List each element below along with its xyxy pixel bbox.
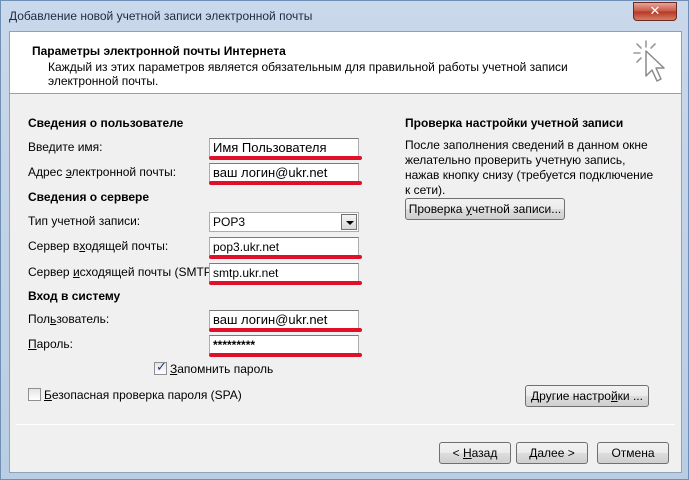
account-type-select[interactable]: POP3 xyxy=(209,212,359,232)
highlight-underline xyxy=(209,328,362,332)
highlight-underline xyxy=(209,255,362,259)
chevron-down-icon xyxy=(346,221,354,225)
username-input[interactable]: ваш логин@ukr.net xyxy=(209,310,359,330)
email-input[interactable]: ваш логин@ukr.net xyxy=(209,163,359,183)
dialog-window: Добавление новой учетной записи электрон… xyxy=(0,0,689,480)
password-label: Пароль: xyxy=(28,337,73,351)
logon-heading: Вход в систему xyxy=(28,289,121,303)
username-label: Пользователь: xyxy=(28,312,110,326)
cancel-button[interactable]: Отмена xyxy=(597,442,669,464)
server-info-heading: Сведения о сервере xyxy=(28,190,150,204)
next-button[interactable]: Далее > xyxy=(516,442,588,464)
highlight-underline xyxy=(209,281,362,285)
checkmark-icon: ✓ xyxy=(156,360,167,375)
window-title: Добавление новой учетной записи электрон… xyxy=(9,9,313,23)
spa-label[interactable]: Безопасная проверка пароля (SPA) xyxy=(44,388,242,402)
more-settings-button[interactable]: Другие настройки ... xyxy=(525,385,649,407)
close-icon: ✕ xyxy=(649,4,661,19)
test-settings-heading: Проверка настройки учетной записи xyxy=(405,116,624,130)
incoming-server-input[interactable]: pop3.ukr.net xyxy=(209,237,359,257)
highlight-underline xyxy=(209,353,362,357)
wizard-header: Параметры электронной почты Интернета Ка… xyxy=(10,32,681,94)
dialog-client: Параметры электронной почты Интернета Ка… xyxy=(9,31,682,473)
highlight-underline xyxy=(209,156,362,160)
header-title: Параметры электронной почты Интернета xyxy=(32,44,286,58)
back-button[interactable]: < Назад xyxy=(439,442,511,464)
outgoing-server-label: Сервер исходящей почты (SMTP): xyxy=(28,265,220,279)
password-input[interactable]: ********* xyxy=(209,335,359,355)
account-type-value: POP3 xyxy=(213,215,246,229)
close-button[interactable]: ✕ xyxy=(633,2,677,21)
incoming-server-label: Сервер входящей почты: xyxy=(28,239,169,253)
highlight-underline xyxy=(209,181,362,185)
remember-password-label[interactable]: Запомнить пароль xyxy=(170,362,273,376)
account-type-label: Тип учетной записи: xyxy=(28,214,141,228)
account-type-dropdown-button[interactable] xyxy=(341,214,357,230)
name-input[interactable]: Имя Пользователя xyxy=(209,138,359,158)
spa-checkbox[interactable] xyxy=(28,388,41,401)
name-label: Введите имя: xyxy=(28,140,103,154)
email-label: Адрес электронной почты: xyxy=(28,165,177,179)
test-account-button[interactable]: Проверка учетной записи... xyxy=(405,198,565,220)
header-description: Каждый из этих параметров является обяза… xyxy=(48,60,568,88)
cursor-click-icon xyxy=(633,40,665,82)
footer-separator xyxy=(16,424,675,425)
title-bar[interactable]: Добавление новой учетной записи электрон… xyxy=(1,1,688,31)
remember-password-checkbox[interactable]: ✓ xyxy=(154,360,167,375)
user-info-heading: Сведения о пользователе xyxy=(28,116,184,130)
outgoing-server-input[interactable]: smtp.ukr.net xyxy=(209,263,359,283)
test-settings-description: После заполнения сведений в данном окне … xyxy=(405,138,654,197)
